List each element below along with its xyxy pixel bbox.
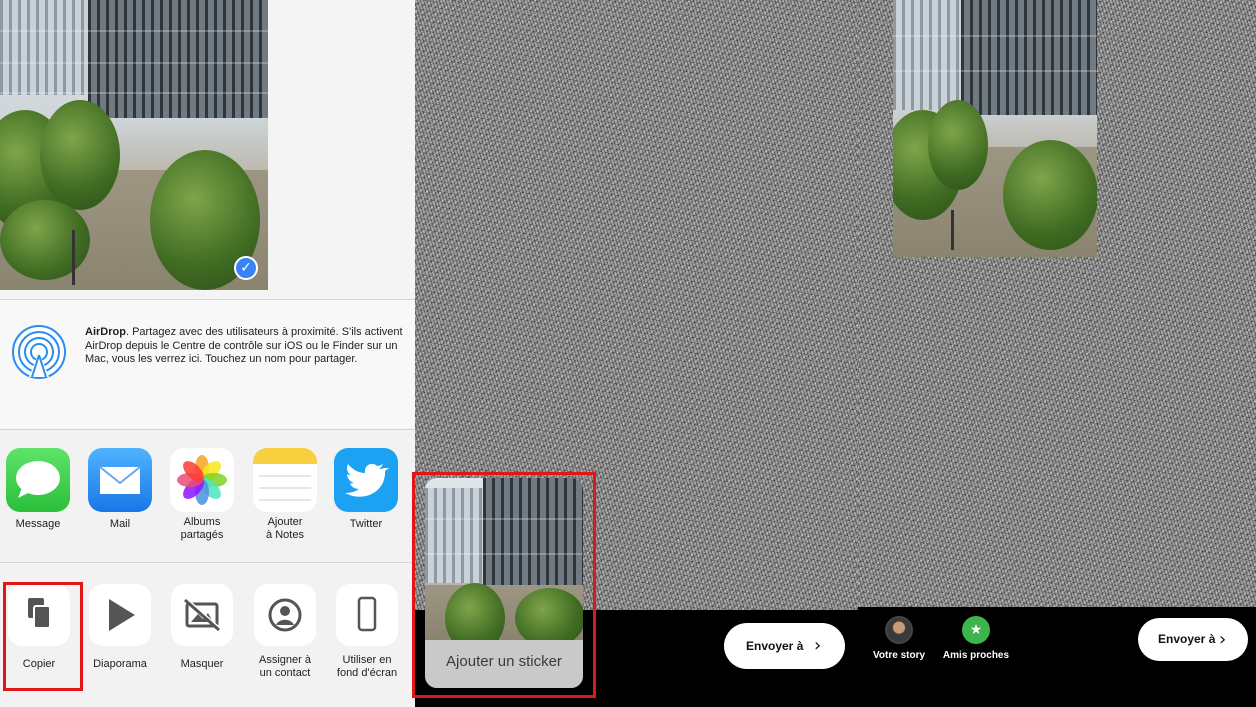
- highlight-box: [412, 472, 596, 698]
- action-hide[interactable]: Masquer: [163, 584, 241, 671]
- placed-photo-sticker[interactable]: [893, 0, 1097, 257]
- share-app-label: Message: [15, 518, 61, 530]
- contact-icon: [254, 584, 316, 646]
- chevron-right-icon: ›: [1219, 629, 1227, 650]
- selected-checkmark-icon: ✓: [234, 256, 258, 280]
- action-label: Masquer: [180, 658, 224, 670]
- close-friends-label: Amis proches: [942, 650, 1010, 661]
- messages-icon: [6, 448, 70, 512]
- selected-photo[interactable]: ✓: [0, 0, 268, 290]
- action-assign-contact[interactable]: Assigner à un contact: [246, 584, 324, 680]
- send-to-label: Envoyer à: [746, 639, 804, 653]
- action-label: Utiliser en fond d'écran: [336, 654, 398, 679]
- hide-icon: [171, 584, 233, 646]
- action-label: Diaporama: [93, 658, 147, 670]
- airdrop-icon: [12, 325, 66, 379]
- action-wallpaper[interactable]: Utiliser en fond d'écran: [328, 584, 406, 680]
- share-app-message[interactable]: Message: [3, 448, 73, 531]
- chevron-right-icon: ›: [814, 635, 822, 656]
- your-story-option[interactable]: Votre story: [868, 616, 930, 661]
- mail-icon: [88, 448, 152, 512]
- action-label: Assigner à un contact: [259, 654, 311, 679]
- close-friends-option[interactable]: ★ Amis proches: [940, 616, 1012, 661]
- share-app-label: Albums partagés: [180, 516, 224, 541]
- share-app-label: Mail: [109, 518, 131, 530]
- send-to-button[interactable]: Envoyer à ›: [1138, 618, 1248, 661]
- share-app-mail[interactable]: Mail: [85, 448, 155, 531]
- send-to-button[interactable]: Envoyer à ›: [724, 623, 845, 669]
- share-apps-row: Message Mail Albums partagés Ajouter à N…: [0, 430, 415, 562]
- send-to-label: Envoyer à: [1158, 632, 1216, 646]
- photos-icon: [170, 448, 234, 512]
- share-app-shared-albums[interactable]: Albums partagés: [167, 448, 237, 542]
- twitter-icon: [334, 448, 398, 512]
- phone-icon: [336, 584, 398, 646]
- star-icon: ★: [962, 616, 990, 644]
- notes-icon: [253, 448, 317, 512]
- action-slideshow[interactable]: Diaporama: [81, 584, 159, 671]
- share-sheet: ✓ AirDrop. Partagez avec des utilisateur…: [0, 0, 415, 707]
- share-app-label: Twitter: [349, 518, 383, 530]
- play-icon: [89, 584, 151, 646]
- highlight-box: [3, 582, 83, 691]
- avatar: [885, 616, 913, 644]
- your-story-label: Votre story: [872, 650, 926, 661]
- share-app-notes[interactable]: Ajouter à Notes: [250, 448, 320, 542]
- share-app-label: Ajouter à Notes: [266, 516, 304, 541]
- airdrop-description: AirDrop. Partagez avec des utilisateurs …: [85, 326, 403, 365]
- share-app-twitter[interactable]: Twitter: [331, 448, 401, 531]
